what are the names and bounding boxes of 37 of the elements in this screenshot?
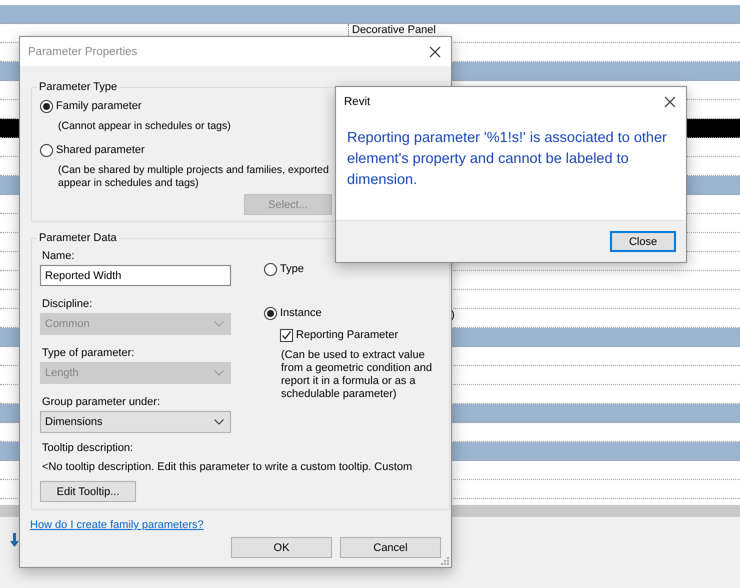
radio-label[interactable]: Shared parameter	[56, 144, 145, 156]
checkbox[interactable]	[280, 328, 293, 342]
close-icon[interactable]	[664, 96, 676, 108]
radio-button[interactable]	[40, 144, 53, 156]
close-button[interactable]: Close	[610, 231, 676, 252]
field-label: Name:	[42, 250, 76, 262]
field-label: Discipline:	[42, 298, 94, 310]
field-label: Group parameter under:	[42, 396, 162, 408]
chevron-down-icon[interactable]	[214, 419, 224, 425]
checkbox-label[interactable]: Reporting Parameter	[296, 329, 398, 341]
message-text: Reporting parameter '%1!s!' is associated to other element's property and cannot be labeled to dimension.	[336, 116, 686, 220]
hint-text: (Cannot appear in schedules or tags)	[58, 120, 231, 133]
dropdown[interactable]: Dimensions	[40, 411, 231, 433]
edit-tooltip-button[interactable]: Edit Tooltip...	[40, 481, 136, 502]
window-title: Parameter Properties	[28, 46, 138, 58]
tooltip-text: <No tooltip description. Edit this parameter to write a custom tooltip. Custom	[42, 461, 414, 473]
dialog-button[interactable]: Cancel	[340, 537, 441, 558]
help-link[interactable]: How do I create family parameters?	[30, 519, 204, 531]
group-title: Parameter Data	[38, 232, 118, 244]
window-title: Revit	[344, 96, 370, 108]
radio-label[interactable]: Instance	[280, 307, 322, 319]
description-text: (Can be used to extract value from a geometric condition and report it in a formula or as a schedulable parameter)	[281, 349, 434, 401]
dialog-button[interactable]: OK	[231, 537, 332, 558]
radio-button[interactable]	[264, 262, 277, 276]
down-arrow-icon[interactable]	[10, 533, 19, 547]
hint-text: appear in schedules and tags)	[58, 177, 199, 190]
radio-label[interactable]: Type	[280, 263, 304, 275]
close-icon[interactable]	[429, 46, 441, 58]
radio-button[interactable]	[40, 100, 53, 112]
group-title: Parameter Type	[38, 81, 118, 93]
resize-grip-icon[interactable]	[441, 557, 449, 565]
radio-button[interactable]	[264, 306, 277, 320]
field-label: Type of parameter:	[42, 347, 136, 359]
radio-label[interactable]: Family parameter	[56, 100, 142, 112]
hint-text: (Can be shared by multiple projects and families, exported	[58, 164, 329, 177]
name-field[interactable]: Reported Width	[40, 265, 231, 286]
field-label: Tooltip description:	[42, 442, 134, 454]
